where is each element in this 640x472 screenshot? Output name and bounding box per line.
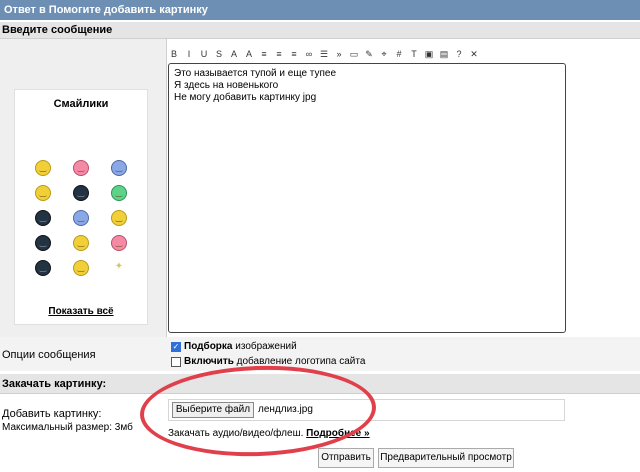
message-line-3: Не могу добавить картинку jpg (174, 92, 317, 103)
preview-button[interactable]: Предварительный просмотр (378, 448, 514, 468)
image-button[interactable]: ▣ (423, 47, 435, 61)
code-button[interactable]: ▭ (348, 47, 360, 61)
wizard-icon[interactable]: ‿ (73, 210, 89, 226)
align-center-button[interactable]: ≡ (273, 47, 285, 61)
gift-icon[interactable]: ‿ (73, 235, 89, 251)
thinking-icon[interactable]: ‿ (35, 185, 51, 201)
align-right-button[interactable]: ≡ (288, 47, 300, 61)
kiss-icon[interactable]: ‿ (73, 160, 89, 176)
hash-button[interactable]: # (393, 47, 405, 61)
wings-icon[interactable]: ‿ (111, 235, 127, 251)
logo-option: Включить добавление логотипа сайта (184, 356, 366, 367)
options-label: Опции сообщения (2, 349, 96, 361)
upload-max-size: Максимальный размер: 3мб (2, 422, 133, 433)
choose-file-button[interactable]: Выберите файл (172, 402, 254, 418)
gallery-checkbox[interactable]: ✓ (171, 342, 181, 352)
dancer-icon[interactable]: ‿ (111, 210, 127, 226)
window-title: Ответ в Помогите добавить картинку (0, 0, 640, 20)
spoiler-button[interactable]: ⌖ (378, 47, 390, 61)
message-options-row: Опции сообщения ✓ Подборка изображений В… (0, 337, 640, 371)
underline-button[interactable]: U (198, 47, 210, 61)
show-all-smileys-link[interactable]: Показать всё (15, 306, 147, 317)
sparkle-icon[interactable]: ✦ (111, 260, 127, 276)
message-line-1: Это называется тупой и еще тупее (174, 68, 337, 79)
upload-label: Добавить картинку: (2, 408, 102, 420)
edit-button[interactable]: ✎ (363, 47, 375, 61)
selected-file-name: лендлиз.jpg (258, 404, 313, 415)
message-textarea[interactable]: Это называется тупой и еще тупее Я здесь… (168, 63, 566, 333)
spider-icon[interactable]: ‿ (35, 235, 51, 251)
more-link[interactable]: Подробнее » (306, 428, 369, 439)
gallery-option: Подборка изображений (184, 341, 297, 352)
clear-button[interactable]: ✕ (468, 47, 480, 61)
gun-icon[interactable]: ‿ (73, 185, 89, 201)
submit-button[interactable]: Отправить (318, 448, 374, 468)
italic-button[interactable]: I (183, 47, 195, 61)
audio-upload-text: Закачать аудио/видео/флеш. Подробнее » (168, 428, 370, 439)
text-button[interactable]: T (408, 47, 420, 61)
upload-section-title: Закачать картинку: (0, 374, 640, 394)
font-color-button[interactable]: A (228, 47, 240, 61)
align-left-button[interactable]: ≡ (258, 47, 270, 61)
message-line-2: Я здесь на новенького (174, 80, 279, 91)
smile-icon[interactable]: ‿ (35, 160, 51, 176)
cat-icon[interactable]: ‿ (111, 185, 127, 201)
help-button[interactable]: ? (453, 47, 465, 61)
link-button[interactable]: ∞ (303, 47, 315, 61)
spear-icon[interactable]: ‿ (35, 210, 51, 226)
bold-button[interactable]: B (168, 47, 180, 61)
laugh-icon[interactable]: ‿ (73, 260, 89, 276)
quote-button[interactable]: » (333, 47, 345, 61)
video-button[interactable]: ▤ (438, 47, 450, 61)
crab-icon[interactable]: ‿ (35, 260, 51, 276)
strike-button[interactable]: S (213, 47, 225, 61)
smileys-panel: Смайлики ‿ ‿ ‿ ‿ ‿ ‿ ‿ ‿ ‿ ‿ ‿ ‿ ‿ ‿ ✦ Показать всё (14, 89, 148, 325)
logo-checkbox[interactable] (171, 357, 181, 367)
font-size-button[interactable]: A (243, 47, 255, 61)
smileys-title: Смайлики (53, 98, 109, 110)
section-title-message: Введите сообщение (0, 22, 640, 39)
list-button[interactable]: ☰ (318, 47, 330, 61)
cool-icon[interactable]: ‿ (111, 160, 127, 176)
left-column: Смайлики ‿ ‿ ‿ ‿ ‿ ‿ ‿ ‿ ‿ ‿ ‿ ‿ ‿ ‿ ✦ Показать всё (0, 39, 167, 337)
